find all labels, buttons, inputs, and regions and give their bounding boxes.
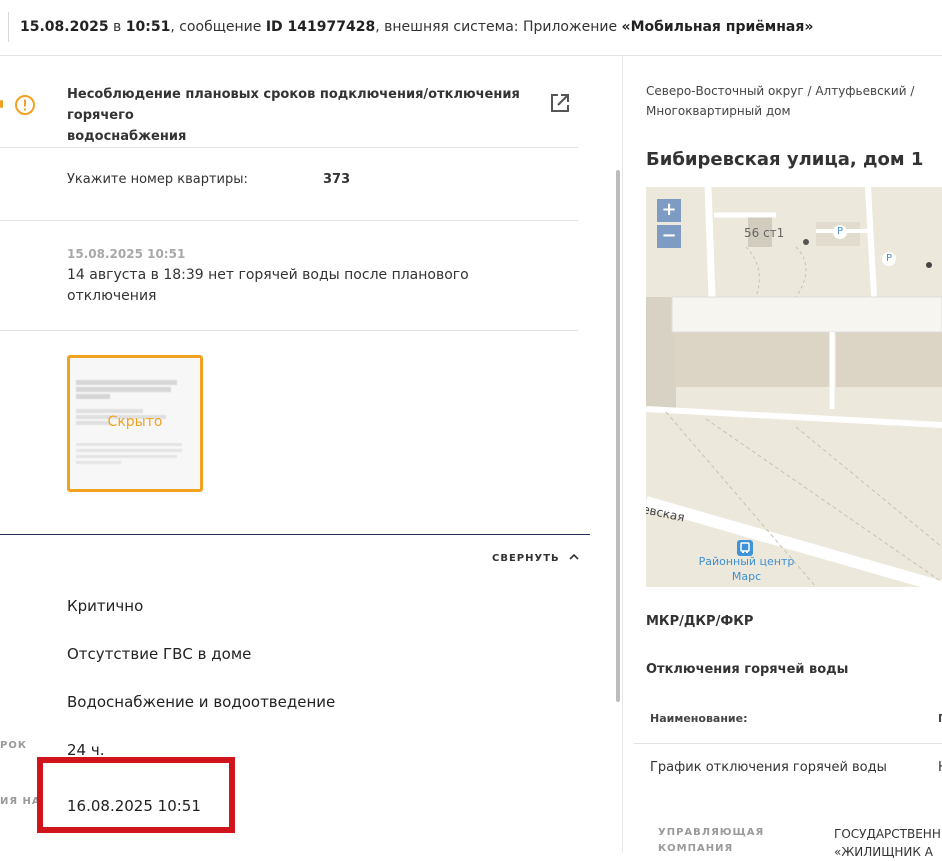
- poi-label: Районный центр Марс: [694, 554, 799, 584]
- apartment-label: Укажите номер квартиры:: [67, 172, 248, 187]
- collapse-label: СВЕРНУТЬ: [492, 553, 560, 564]
- management-label-line1: УПРАВЛЯЮЩАЯ: [658, 827, 765, 838]
- due-label: ИЯ НА: [0, 796, 41, 807]
- header-message-id: ID 141977428: [265, 19, 376, 35]
- mkr-label: МКР/ДКР/ФКР: [646, 614, 754, 629]
- header-system-label: внешняя система: Приложение: [384, 19, 618, 35]
- comment-line2: отключения: [67, 288, 157, 304]
- attachment-thumbnail[interactable]: Скрыто: [67, 355, 203, 492]
- management-value-line1: ГОСУДАРСТВЕНН: [834, 827, 941, 841]
- comment-text: 14 августа в 18:39 нет горячей воды посл…: [67, 265, 469, 307]
- poi-line1: Районный центр: [698, 555, 795, 568]
- service-value: Водоснабжение и водоотведение: [67, 693, 336, 711]
- warning-icon: [14, 94, 36, 120]
- external-link-icon[interactable]: [549, 92, 571, 118]
- comment-timestamp: 15.08.2025 10:51: [67, 247, 186, 261]
- problem-title-line1: Несоблюдение плановых сроков подключения…: [67, 87, 520, 123]
- header-time: 10:51: [125, 19, 171, 35]
- table-row-col2: Н: [938, 760, 942, 775]
- hidden-label: Скрыто: [107, 414, 163, 430]
- message-header: 15.08.2025 в 10:51, сообщение ID 1419774…: [0, 0, 942, 56]
- address-title: Бибиревская улица, дом 1: [646, 149, 924, 170]
- management-value-line2: «ЖИЛИЩНИК А: [834, 845, 933, 859]
- poi-line2: Марс: [731, 570, 762, 583]
- divider: [0, 147, 578, 148]
- parking-icon: P: [882, 252, 896, 266]
- header-message-label: сообщение: [179, 19, 262, 35]
- divider: [0, 330, 578, 331]
- management-label-line2: КОМПАНИЯ: [658, 843, 734, 854]
- priority-value: Критично: [67, 597, 144, 615]
- section-divider: [0, 534, 590, 535]
- map-canvas: [646, 187, 942, 587]
- comment-line1: 14 августа в 18:39 нет горячей воды посл…: [67, 267, 469, 283]
- table-row-name[interactable]: График отключения горячей воды: [650, 760, 887, 775]
- apartment-value: 373: [323, 172, 351, 187]
- column-header-name: Наименование:: [650, 712, 748, 725]
- management-label: УПРАВЛЯЮЩАЯ КОМПАНИЯ: [658, 825, 764, 857]
- management-value: ГОСУДАРСТВЕНН «ЖИЛИЩНИК А: [834, 825, 941, 861]
- parking-icon: P: [833, 225, 847, 239]
- header-date: 15.08.2025: [20, 19, 109, 35]
- divider: [634, 743, 942, 744]
- header-text: 15.08.2025 в 10:51, сообщение ID 1419774…: [20, 19, 814, 35]
- panel-divider: [622, 56, 623, 853]
- chevron-up-icon: [569, 553, 579, 560]
- highlight-box: [37, 757, 235, 833]
- header-system-name: «Мобильная приёмная»: [621, 19, 814, 35]
- collapse-button[interactable]: СВЕРНУТЬ: [492, 552, 580, 564]
- divider: [0, 220, 578, 221]
- breadcrumb-line1: Северо-Восточный округ / Алтуфьевский /: [646, 84, 915, 98]
- map[interactable]: + − 56 ст1 P P евская Районный центр Мар…: [646, 187, 942, 587]
- deadline-label: РОК: [0, 740, 28, 751]
- problem-title: Несоблюдение плановых сроков подключения…: [67, 84, 537, 147]
- zoom-out-button[interactable]: −: [657, 225, 681, 248]
- breadcrumb-line2: Многоквартирный дом: [646, 104, 791, 118]
- scrollbar[interactable]: [616, 170, 620, 702]
- column-header-2: П: [938, 712, 942, 725]
- section-title: Отключения горячей воды: [646, 662, 849, 677]
- status-marker: [0, 100, 3, 108]
- header-in: в: [113, 19, 122, 35]
- category-value: Отсутствие ГВС в доме: [67, 645, 252, 663]
- building-label: 56 ст1: [744, 226, 785, 240]
- problem-title-line2: водоснабжения: [67, 129, 187, 144]
- zoom-in-button[interactable]: +: [657, 199, 681, 222]
- header-divider: [8, 12, 9, 42]
- breadcrumb: Северо-Восточный округ / Алтуфьевский / …: [646, 81, 914, 121]
